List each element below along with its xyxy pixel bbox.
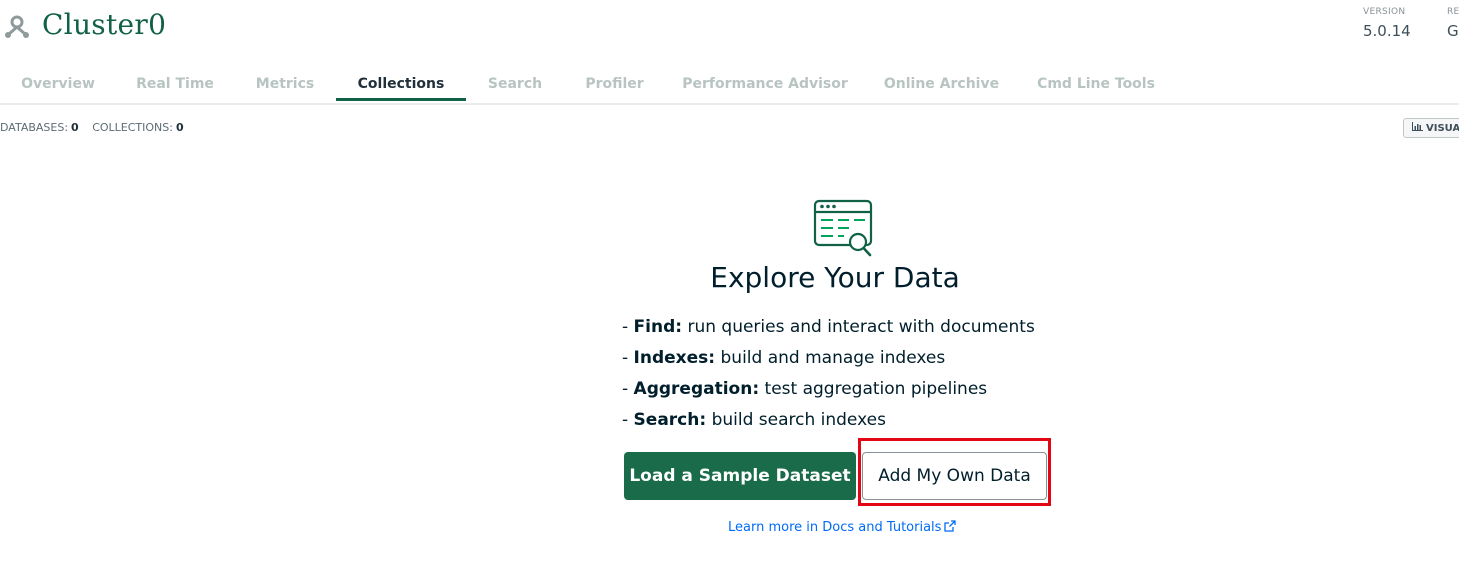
tab-online-archive[interactable]: Online Archive xyxy=(865,70,1018,101)
version-value: 5.0.14 xyxy=(1363,22,1411,40)
docs-tutorials-link[interactable]: Learn more in Docs and Tutorials xyxy=(728,520,957,535)
databases-label: DATABASES: xyxy=(0,121,69,134)
tab-collections[interactable]: Collections xyxy=(336,70,466,101)
docs-link-label: Learn more in Docs and Tutorials xyxy=(728,520,942,535)
cluster-tabs: Overview Real Time Metrics Collections S… xyxy=(0,70,1459,105)
feature-term: Find: xyxy=(633,317,683,337)
tab-real-time[interactable]: Real Time xyxy=(116,70,234,101)
tab-cmd-line-tools[interactable]: Cmd Line Tools xyxy=(1018,70,1174,101)
tab-overview[interactable]: Overview xyxy=(0,70,116,101)
feature-term: Search: xyxy=(633,410,707,430)
namespace-counts: DATABASES: 0 COLLECTIONS: 0 xyxy=(0,121,194,134)
region-label: RE xyxy=(1447,7,1459,17)
feature-text: test aggregation pipelines xyxy=(764,379,988,399)
tab-search[interactable]: Search xyxy=(466,70,564,101)
visualize-label: VISUA xyxy=(1426,123,1459,134)
cluster-name: Cluster0 xyxy=(42,8,167,41)
collections-label: COLLECTIONS: xyxy=(92,121,173,134)
add-my-own-data-button[interactable]: Add My Own Data xyxy=(862,452,1047,500)
feature-text: run queries and interact with documents xyxy=(687,317,1035,337)
databases-count: 0 xyxy=(71,121,79,134)
feature-list: - Find: run queries and interact with do… xyxy=(622,316,1035,440)
feature-item-search: - Search: build search indexes xyxy=(622,410,886,430)
bar-chart-icon xyxy=(1412,122,1423,131)
load-sample-dataset-button[interactable]: Load a Sample Dataset xyxy=(624,452,856,500)
feature-text: build search indexes xyxy=(711,410,886,430)
version-label: VERSION xyxy=(1363,7,1406,17)
collections-count: 0 xyxy=(175,121,184,134)
tab-profiler[interactable]: Profiler xyxy=(564,70,665,101)
region-value: G xyxy=(1447,22,1459,40)
feature-item-indexes: - Indexes: build and manage indexes xyxy=(622,348,946,368)
tab-performance-advisor[interactable]: Performance Advisor xyxy=(665,70,865,101)
cluster-header: Cluster0 VERSION 5.0.14 RE G xyxy=(0,0,1459,60)
external-link-icon xyxy=(944,520,957,532)
cluster-icon xyxy=(5,15,29,38)
tab-metrics[interactable]: Metrics xyxy=(234,70,336,101)
empty-state-title: Explore Your Data xyxy=(710,261,960,294)
feature-term: Indexes: xyxy=(633,348,716,368)
feature-term: Aggregation: xyxy=(633,379,760,399)
feature-item-find: - Find: run queries and interact with do… xyxy=(622,317,1035,337)
region-info: RE G xyxy=(1447,7,1459,40)
feature-text: build and manage indexes xyxy=(720,348,946,368)
version-info: VERSION 5.0.14 xyxy=(1363,7,1411,40)
browse-data-icon xyxy=(813,199,873,257)
feature-item-aggregation: - Aggregation: test aggregation pipeline… xyxy=(622,379,988,399)
visualize-button[interactable]: VISUA xyxy=(1403,118,1459,138)
